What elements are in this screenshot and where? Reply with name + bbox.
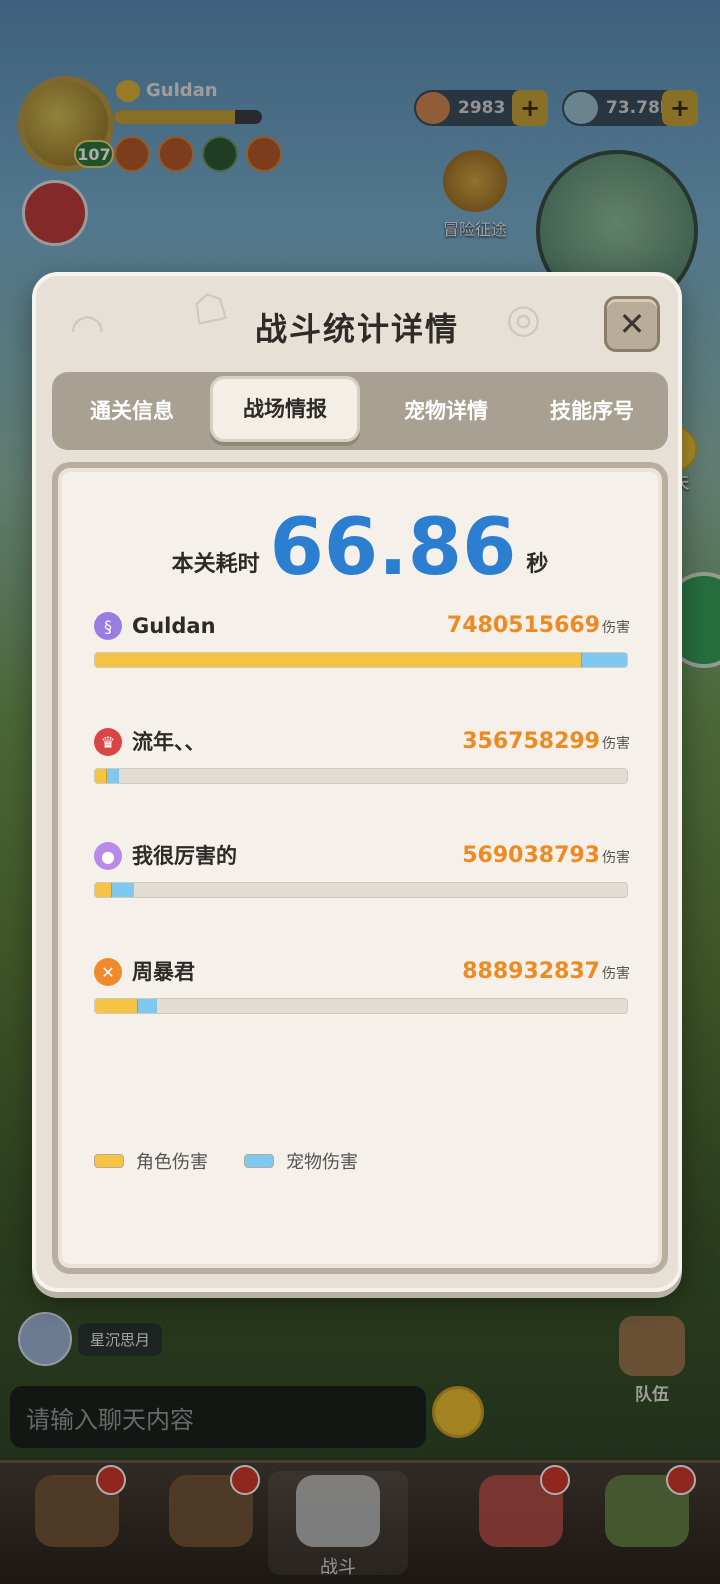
character-damage-fill	[95, 883, 113, 897]
player-name: 流年、、	[132, 730, 206, 754]
pet-damage-fill	[581, 653, 627, 667]
character-damage-fill	[95, 653, 582, 667]
player-name: 周暴君	[132, 960, 195, 984]
damage-value: 356758299 伤害	[462, 729, 630, 754]
tab-battle-intel[interactable]: 战场情报	[210, 376, 360, 442]
battle-stats-modal: ◠ ☖ ◎ 战斗统计详情 ✕ 通关信息 战场情报 宠物详情 技能序号 本关耗时 …	[32, 272, 682, 1292]
legend: 角色伤害 宠物伤害	[94, 1148, 382, 1174]
slash-icon: ✕	[94, 958, 122, 986]
character-damage-fill	[95, 999, 138, 1013]
pet-damage-swatch	[244, 1154, 274, 1168]
damage-bar	[94, 882, 628, 898]
tab-clear-info[interactable]: 通关信息	[60, 382, 204, 440]
damage-bar	[94, 998, 628, 1014]
damage-bar	[94, 768, 628, 784]
time-value: 66.86	[269, 503, 517, 593]
close-icon: ✕	[618, 305, 646, 343]
battle-intel-panel: 本关耗时 66.86 秒 § Guldan 7480515669 伤害 ♛ 流年、…	[52, 462, 668, 1274]
player-name: 我很厉害的	[132, 844, 237, 868]
legend-pet-label: 宠物伤害	[286, 1152, 358, 1173]
orb-icon: ●	[94, 842, 122, 870]
player-name: Guldan	[132, 614, 216, 638]
pet-damage-fill	[106, 769, 120, 783]
tab-skill-order[interactable]: 技能序号	[520, 382, 664, 440]
time-label: 本关耗时	[171, 552, 260, 577]
character-damage-swatch	[94, 1154, 124, 1168]
clear-time-row: 本关耗时 66.86 秒	[58, 508, 662, 588]
tab-pet-details[interactable]: 宠物详情	[370, 382, 522, 440]
legend-character-label: 角色伤害	[136, 1152, 208, 1173]
character-damage-fill	[95, 769, 107, 783]
pet-damage-fill	[112, 883, 135, 897]
damage-value: 888932837 伤害	[462, 959, 630, 984]
time-unit: 秒	[526, 552, 549, 577]
pet-damage-fill	[137, 999, 157, 1013]
close-button[interactable]: ✕	[604, 296, 660, 352]
damage-bar	[94, 652, 628, 668]
modal-title: 战斗统计详情	[254, 310, 459, 348]
swirl-icon: §	[94, 612, 122, 640]
damage-value: 7480515669 伤害	[446, 613, 630, 638]
tab-bar: 通关信息 战场情报 宠物详情 技能序号	[52, 372, 668, 450]
demon-mask-icon: ♛	[94, 728, 122, 756]
damage-value: 569038793 伤害	[462, 843, 630, 868]
